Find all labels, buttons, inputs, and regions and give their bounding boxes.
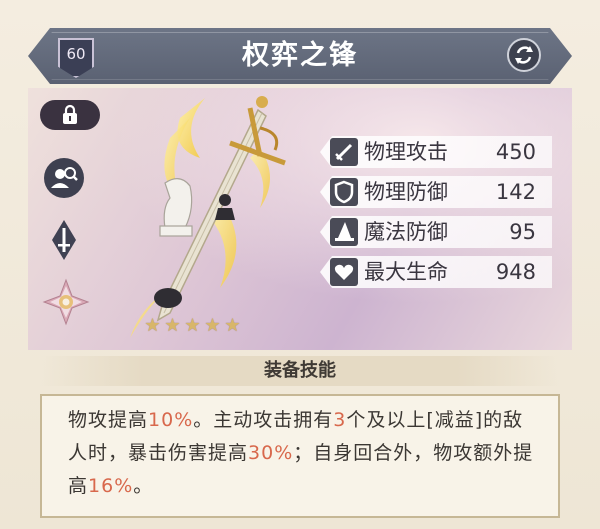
swap-icon [515,46,533,64]
swap-button[interactable] [507,38,541,72]
heart-icon [330,258,358,286]
star-icon: ★ [224,315,241,336]
lock-button[interactable] [40,100,100,130]
equipment-name: 权弈之锋 [242,40,358,71]
skill-title: 装备技能 [264,360,336,381]
skill-highlight-value: 3 [333,409,347,431]
skill-text-segment: 。主动攻击拥有 [193,409,334,431]
skill-text-segment: 。 [133,475,154,497]
weapon-illustration [130,96,286,338]
equipment-card: 60 权弈之锋 物理攻击 450 物理防御 142 魔法防御 95 最大生命 9… [0,0,600,529]
star-icon: ★ [184,315,201,336]
skill-text-segment: 物攻提高 [68,409,149,431]
star-icon: ★ [204,315,221,336]
star-icon: ★ [164,315,181,336]
stat-label: 物理攻击 [364,140,448,164]
stat-value: 142 [495,180,536,204]
skill-highlight-value: 10% [148,409,194,431]
stat-label: 最大生命 [364,260,448,284]
sword-icon [330,138,358,166]
skill-description: 物攻提高10%。主动攻击拥有3个及以上[减益]的敌人时，暴击伤害提高30%；自身… [68,404,538,503]
weapon-type-badge[interactable] [42,218,86,262]
stat-label: 物理防御 [364,180,448,204]
character-search-icon [44,158,84,198]
stat-value: 95 [509,220,536,244]
set-emblem[interactable] [42,278,90,326]
stat-value: 450 [495,140,536,164]
stat-value: 948 [495,260,536,284]
star-rating: ★ ★ ★ ★ ★ [143,316,243,336]
skill-highlight-value: 30% [248,442,294,464]
shield-icon [330,178,358,206]
star-icon: ★ [144,315,161,336]
wizard-hat-icon [330,218,358,246]
inspect-button[interactable] [42,156,86,200]
stat-label: 魔法防御 [364,220,448,244]
sword-type-icon [52,220,76,260]
skill-highlight-value: 16% [88,475,134,497]
flower-emblem-icon [42,278,90,326]
lock-icon [63,104,77,124]
